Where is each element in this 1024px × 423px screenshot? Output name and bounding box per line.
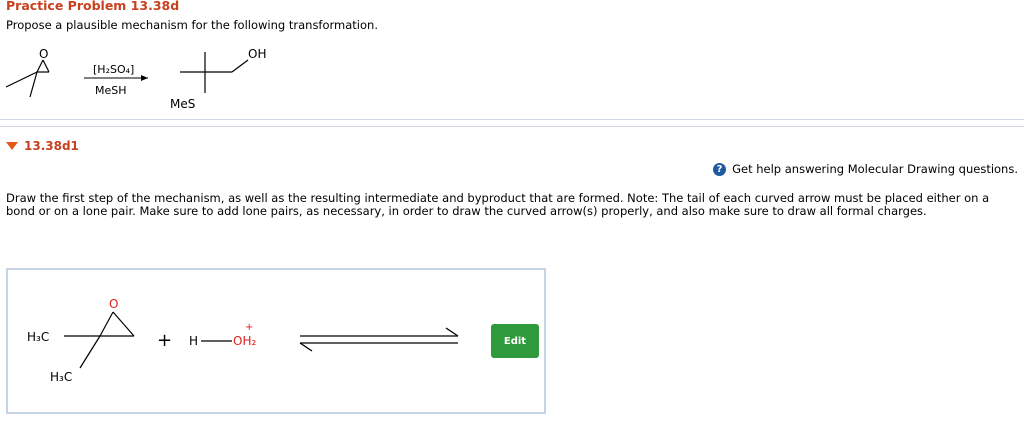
reagent-acid: [H₂SO₄] xyxy=(93,63,134,76)
subpart-label: 13.38d1 xyxy=(24,139,79,153)
help-link[interactable]: ? Get help answering Molecular Drawing q… xyxy=(713,162,1018,176)
subpart-header[interactable]: 13.38d1 xyxy=(6,139,79,153)
reaction-scheme: O [H₂SO₄] MeSH OH MeS xyxy=(5,47,266,111)
question-circle-icon[interactable]: ? xyxy=(713,162,727,176)
equilibrium-arrow xyxy=(299,327,459,352)
epoxide-skeleton xyxy=(64,311,135,369)
reactant-oxygen-label: O xyxy=(39,47,48,61)
help-text[interactable]: Get help answering Molecular Drawing que… xyxy=(732,162,1018,176)
hydronium-h-label: H xyxy=(189,334,198,348)
problem-prompt: Propose a plausible mechanism for the fo… xyxy=(6,18,378,32)
drawing-canvas: H₃C H₃C O + H OH₂ + xyxy=(27,297,459,384)
methyl-top-label: H₃C xyxy=(27,330,49,344)
reaction-arrowhead xyxy=(141,75,148,81)
formal-charge-plus: + xyxy=(245,322,253,333)
instructions-text: Draw the first step of the mechanism, as… xyxy=(6,191,990,218)
problem-title: Practice Problem 13.38d xyxy=(6,0,180,13)
reagent-mesh: MeSH xyxy=(95,84,127,97)
reactant-epoxide xyxy=(5,59,50,98)
product-skeleton xyxy=(180,52,249,93)
edit-button[interactable]: Edit xyxy=(491,324,539,358)
collapse-triangle-icon[interactable] xyxy=(6,142,18,150)
plus-sign: + xyxy=(157,330,172,351)
divider xyxy=(0,126,1024,127)
methyl-bottom-label: H₃C xyxy=(50,370,72,384)
product-oh-label: OH xyxy=(248,47,266,61)
divider xyxy=(0,119,1024,120)
product-mes-label: MeS xyxy=(170,97,195,111)
hydronium-oh2-label: OH₂ xyxy=(233,334,256,348)
epoxide-oxygen-label: O xyxy=(109,297,118,311)
